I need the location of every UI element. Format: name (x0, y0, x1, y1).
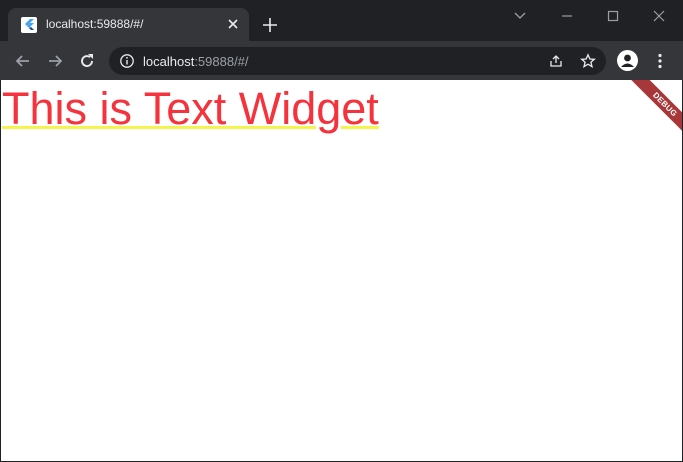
flutter-logo-icon (21, 17, 37, 33)
browser-tab[interactable]: localhost:59888/#/ (8, 8, 249, 41)
browser-window: localhost:59888/#/ localhost:59888/#/ Th… (0, 0, 683, 462)
arrow-left-icon[interactable] (13, 51, 33, 71)
page-viewport: This is Text Widget DEBUG (1, 80, 682, 461)
text-widget: This is Text Widget (2, 83, 379, 134)
url-text: localhost:59888/#/ (143, 54, 249, 69)
plus-icon[interactable] (260, 15, 280, 35)
arrow-right-icon[interactable] (45, 51, 65, 71)
info-icon[interactable] (119, 53, 135, 69)
address-bar[interactable]: localhost:59888/#/ (109, 47, 606, 75)
url-path: :59888/#/ (194, 54, 249, 69)
tab-strip: localhost:59888/#/ (0, 0, 683, 41)
debug-banner: DEBUG (622, 80, 682, 140)
person-icon[interactable] (617, 50, 638, 71)
chevron-down-icon[interactable] (510, 6, 530, 26)
tab-title: localhost:59888/#/ (46, 17, 144, 31)
url-host: localhost (143, 54, 195, 69)
close-icon[interactable] (225, 16, 241, 32)
star-icon[interactable] (580, 53, 596, 69)
kebab-menu-icon[interactable] (650, 51, 670, 71)
reload-icon[interactable] (77, 51, 97, 71)
debug-banner-label: DEBUG (628, 80, 682, 140)
maximize-icon[interactable] (603, 6, 623, 26)
close-icon[interactable] (649, 6, 669, 26)
browser-toolbar: localhost:59888/#/ (0, 41, 683, 80)
minimize-icon[interactable] (557, 6, 577, 26)
share-icon[interactable] (548, 53, 564, 69)
